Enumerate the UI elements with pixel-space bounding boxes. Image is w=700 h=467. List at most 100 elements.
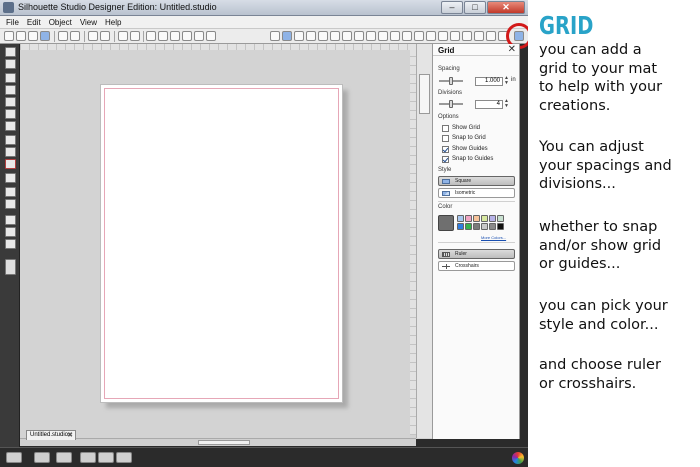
new-document-icon[interactable] [4,31,14,41]
compound-path-icon[interactable] [80,452,96,463]
divisions-spin-down-icon[interactable]: ▼ [504,104,509,109]
library-icon[interactable] [28,31,38,41]
gradient-icon[interactable] [450,31,460,41]
document-tab[interactable]: Untitled.studio ✖ [26,430,76,440]
close-tab-icon[interactable]: ✖ [67,431,73,440]
color-swatch[interactable] [457,223,464,230]
line-style-icon[interactable] [486,31,496,41]
vertical-scrollbar[interactable] [416,44,432,438]
menu-object[interactable]: Object [49,16,72,28]
redo-icon[interactable] [130,31,140,41]
snap-to-grid-checkbox[interactable] [442,134,449,142]
curve-tool-icon[interactable] [5,97,16,107]
replicate-icon[interactable] [390,31,400,41]
zoom-in-icon[interactable] [146,31,156,41]
maximize-button[interactable]: □ [464,1,486,14]
sketch-pen-icon[interactable] [5,215,16,225]
freehand-tool-icon[interactable] [5,147,16,157]
edit-points-icon[interactable] [5,59,16,69]
color-swatch[interactable] [481,223,488,230]
crosshairs-button[interactable]: Crosshairs [438,261,515,271]
ellipse-tool-icon[interactable] [5,121,16,131]
color-swatch[interactable] [465,223,472,230]
print-icon[interactable] [58,31,68,41]
open-icon[interactable] [16,31,26,41]
horizontal-scroll-thumb[interactable] [198,440,250,445]
color-swatch[interactable] [457,215,464,222]
knife-tool-icon[interactable] [5,199,16,209]
menu-help[interactable]: Help [105,16,121,28]
zoom-slider-icon[interactable] [5,259,16,275]
cut-settings-icon[interactable] [282,31,292,41]
snap-to-guides-option[interactable]: Snap to Guides [442,155,493,163]
divisions-input[interactable]: 4 [475,100,503,109]
ungroup-icon[interactable] [56,452,72,463]
registration-marks-icon[interactable] [294,31,304,41]
spacing-input[interactable]: 1.000 [475,77,503,86]
color-swatch[interactable] [465,215,472,222]
snap-to-guides-checkbox[interactable] [442,155,449,163]
text-style-icon[interactable] [366,31,376,41]
view-mode-icon[interactable] [6,452,22,463]
color-swatch[interactable] [497,215,504,222]
group-icon[interactable] [34,452,50,463]
menu-edit[interactable]: Edit [27,16,41,28]
more-colors-link[interactable]: More Colors... [481,235,506,240]
copy-icon[interactable] [100,31,110,41]
select-tool-icon[interactable] [5,47,16,57]
menu-view[interactable]: View [80,16,97,28]
pencil-tool-icon[interactable] [5,159,16,169]
rectangle-tool-icon[interactable] [5,109,16,119]
fill-pattern-icon[interactable] [462,31,472,41]
pan-tool-icon[interactable] [5,135,16,145]
spacing-slider-thumb[interactable] [449,77,453,85]
close-window-button[interactable]: ✕ [487,1,525,14]
menu-file[interactable]: File [6,16,19,28]
show-guides-checkbox[interactable] [442,145,449,153]
color-swatch[interactable] [497,223,504,230]
grid-settings-icon[interactable] [306,31,316,41]
color-swatch[interactable] [481,215,488,222]
vertical-scroll-thumb[interactable] [419,74,430,114]
globe-icon[interactable] [5,239,16,249]
align-icon[interactable] [378,31,388,41]
send-to-silhouette-icon[interactable] [70,31,80,41]
show-guides-option[interactable]: Show Guides [442,145,488,153]
color-swatch[interactable] [489,215,496,222]
trace-icon[interactable] [426,31,436,41]
current-grid-color[interactable] [438,215,454,231]
square-style-button[interactable]: Square [438,176,515,186]
store-icon[interactable] [330,31,340,41]
show-grid-option[interactable]: Show Grid [442,124,480,132]
spacing-spin-down-icon[interactable]: ▼ [504,81,509,86]
zoom-out-icon[interactable] [158,31,168,41]
pan-icon[interactable] [182,31,192,41]
divisions-slider-thumb[interactable] [449,100,453,108]
silhouette-logo-icon[interactable] [512,452,524,464]
designer-store-icon[interactable] [5,227,16,237]
release-compound-icon[interactable] [98,452,114,463]
zoom-select-icon[interactable] [170,31,180,41]
line-tool-icon[interactable] [5,73,16,83]
page-settings-icon[interactable] [270,31,280,41]
show-grid-checkbox[interactable] [442,124,449,132]
library-shapes-icon[interactable] [318,31,328,41]
cut-icon[interactable] [88,31,98,41]
minimize-button[interactable]: – [441,1,463,14]
undo-icon[interactable] [118,31,128,41]
eraser-tool-icon[interactable] [5,187,16,197]
transform-icon[interactable] [354,31,364,41]
save-icon[interactable] [40,31,50,41]
zoom-to-page-icon[interactable] [206,31,216,41]
snap-to-grid-option[interactable]: Snap to Grid [442,134,486,142]
horizontal-scrollbar[interactable] [20,438,416,446]
grid-panel-close-icon[interactable]: ✕ [508,44,516,55]
ruler-button[interactable]: Ruler [438,249,515,259]
weld-icon[interactable] [116,452,132,463]
fit-to-window-icon[interactable] [194,31,204,41]
fill-color-icon[interactable] [438,31,448,41]
rhinestone-icon[interactable] [342,31,352,41]
color-swatch[interactable] [473,223,480,230]
isometric-style-button[interactable]: Isometric [438,188,515,198]
offset-icon[interactable] [414,31,424,41]
